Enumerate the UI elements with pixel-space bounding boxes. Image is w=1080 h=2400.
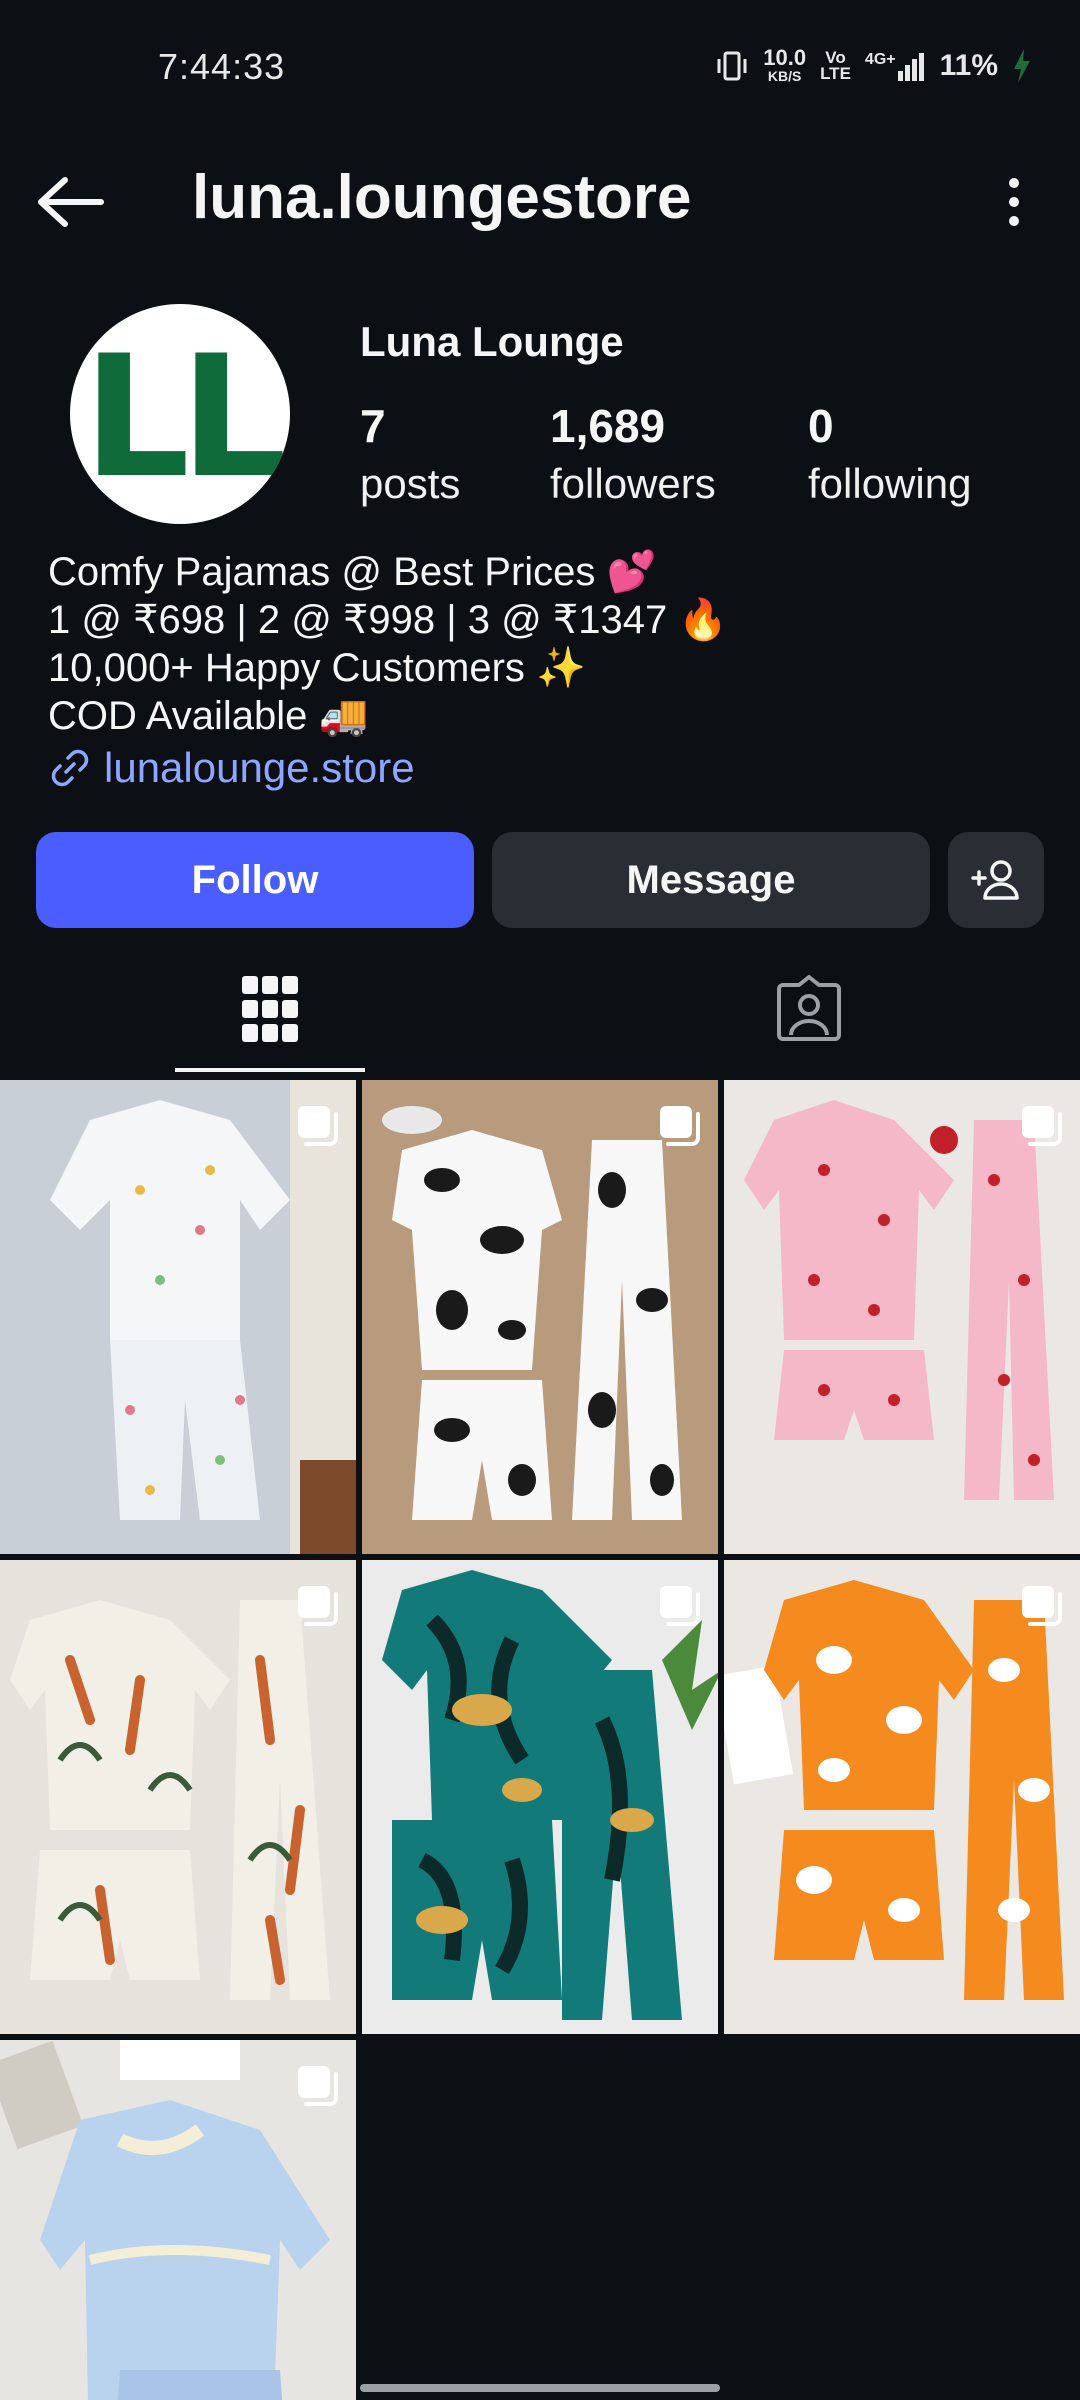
avatar-logo: LL [82,319,287,515]
status-time: 7:44:33 [158,46,286,87]
post-thumbnail[interactable] [362,1560,718,2034]
more-vertical-icon [1009,178,1019,226]
carousel-icon [1022,1106,1062,1146]
avatar[interactable]: LL [70,304,290,524]
more-options-button[interactable] [984,162,1044,242]
grid-icon [242,976,298,1042]
net-speed: 10.0 KB/S [763,45,807,85]
active-tab-indicator [175,1068,365,1072]
charging-icon [1014,49,1030,83]
signal-icon: 4G+ [865,51,926,81]
bio-link-text: lunalounge.store [104,744,415,791]
stat-following[interactable]: 0 following [808,396,971,512]
stat-followers-count: 1,689 [550,400,666,452]
bio-link[interactable]: lunalounge.store [48,744,415,792]
post-image [0,1080,356,1554]
post-thumbnail[interactable] [724,1560,1080,2034]
vibrate-icon [717,51,747,81]
tab-posts-grid[interactable] [175,946,365,1072]
profile-tabs [0,946,1080,1072]
stat-posts-count: 7 [360,400,386,452]
profile-username: luna.loungestore [192,163,692,232]
link-icon [51,749,89,787]
follow-button[interactable]: Follow [36,832,474,928]
post-image [362,1080,718,1554]
post-image [724,1080,1080,1554]
status-bar: 7:44:33 10.0 KB/S Vo LTE 4G+ 11% [0,0,1080,136]
stat-following-label: following [808,460,972,507]
post-thumbnail[interactable] [0,1560,356,2034]
top-bar: luna.loungestore [0,140,1080,260]
volte-indicator: Vo LTE [820,48,851,83]
stat-following-count: 0 [808,400,834,452]
stat-posts-label: posts [360,460,461,507]
display-name: Luna Lounge [360,318,624,365]
message-button[interactable]: Message [492,832,930,928]
carousel-icon [1022,1586,1062,1626]
post-image [724,1560,1080,2034]
stat-followers[interactable]: 1,689 followers [550,396,716,512]
stat-followers-label: followers [550,460,716,507]
add-person-icon [971,860,1019,900]
tagged-user-icon [777,975,841,1041]
battery-percent: 11% [939,49,998,82]
stat-posts[interactable]: 7 posts [360,396,460,512]
suggested-accounts-button[interactable] [948,832,1044,928]
bio-line: 10,000+ Happy Customers ✨ [48,646,586,690]
carousel-icon [660,1106,700,1146]
arrow-left-icon [38,177,104,227]
status-icons: 10.0 KB/S Vo LTE 4G+ 11% [715,45,1032,85]
carousel-icon [298,1106,338,1146]
bio-line: COD Available 🚚 [48,694,369,738]
carousel-icon [298,1586,338,1626]
post-thumbnail[interactable] [0,1080,356,1554]
back-button[interactable] [30,162,110,242]
post-thumbnail[interactable] [362,1080,718,1554]
post-image [0,1560,356,2034]
tab-tagged[interactable] [714,946,904,1072]
carousel-icon [298,2066,338,2106]
bio: Comfy Pajamas @ Best Prices 💕 1 @ ₹698 |… [48,548,1038,740]
post-thumbnail[interactable] [724,1080,1080,1554]
home-indicator[interactable] [360,2384,720,2392]
post-image [362,1560,718,2034]
post-thumbnail[interactable] [0,2040,356,2400]
bio-line: 1 @ ₹698 | 2 @ ₹998 | 3 @ ₹1347 🔥 [48,598,729,642]
carousel-icon [660,1586,700,1626]
bio-line: Comfy Pajamas @ Best Prices 💕 [48,550,657,594]
